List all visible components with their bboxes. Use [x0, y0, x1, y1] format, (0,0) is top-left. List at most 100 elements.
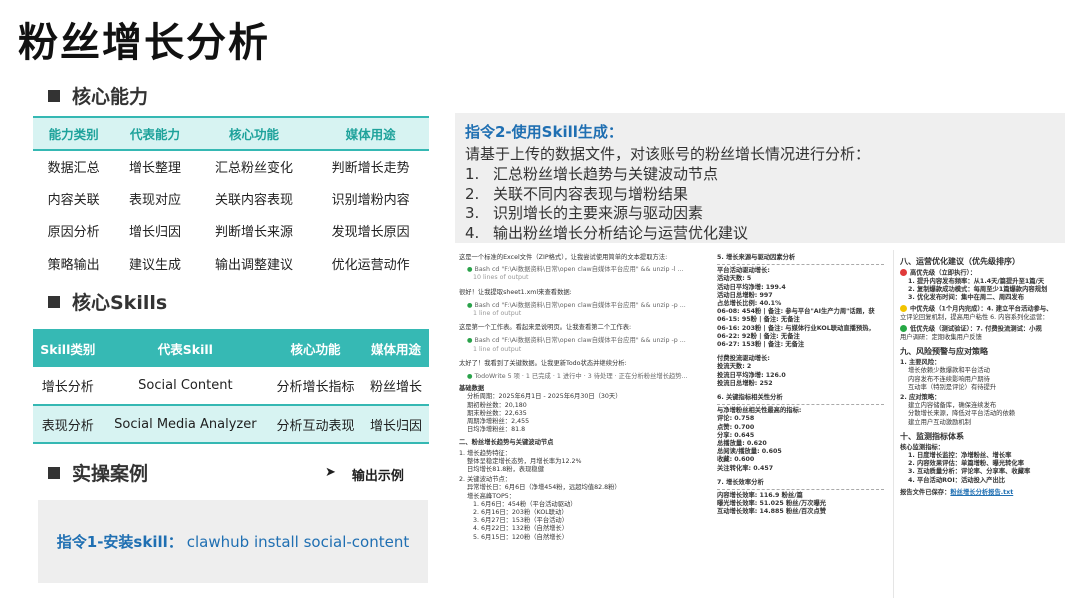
bash-output-summary: 10 lines of output — [473, 274, 529, 282]
list-item: 4. 输出粉丝增长分析结论与运营优化建议 — [465, 223, 749, 242]
analysis-screenshot: 5. 增长来源与驱动因素分析 平台活动驱动增长: 活动天数: 5 活动日平均净增… — [713, 250, 888, 598]
list-item: 点赞: 0.700 — [717, 423, 755, 431]
table-row: 数据汇总 增长整理 汇总粉丝变化 判断增长走势 — [33, 150, 429, 183]
list-item: 3. 优化发布时间：集中在周二、周四发布 — [908, 294, 1025, 302]
table-cell: 输出调整建议 — [215, 257, 294, 273]
section-heading: 6. 关键指标相关性分析 — [717, 394, 783, 402]
table-cell: 表现分析 — [41, 418, 94, 434]
skills-header-cell: Skill类别 — [40, 341, 96, 357]
divider — [717, 489, 884, 491]
section-heading: 十、监测指标体系 — [900, 431, 964, 441]
table-cell: 策略输出 — [47, 257, 100, 273]
list-item: 活动天数: 5 — [717, 275, 752, 283]
list-item: 分析周期：2025年6月1日 - 2025年6月30日（30天） — [467, 393, 622, 401]
table-cell: 发现增长原因 — [331, 225, 410, 241]
table-cell: 数据汇总 — [47, 160, 100, 176]
table-cell: 粉丝增长 — [369, 380, 422, 395]
list-item: 06-27: 153粉 | 备注: 无备注 — [717, 341, 805, 349]
status-dot-icon: ● — [467, 373, 475, 381]
sub-heading: 2. 应对策略： — [900, 393, 941, 401]
list-item: 2. 关联不同内容表现与增粉结果 — [465, 184, 689, 203]
output-example: ➤ 输出示例 — [325, 465, 404, 484]
list-item: 占总增长比例: 40.1% — [717, 300, 782, 308]
bash-output-summary: 1 line of output — [473, 345, 522, 353]
list-item: 3. 互动质量分析：评论率、分享率、收藏率 — [908, 468, 1031, 476]
list-item: 评论: 0.758 — [717, 415, 755, 423]
table-row: 增长分析 Social Content 分析增长指标 粉丝增长 — [33, 367, 429, 405]
terminal-screenshot: 这是一个标准的Excel文件（ZIP格式），让我尝试使用简单的文本提取方法: ●… — [455, 250, 708, 598]
list-item: 日均净增粉丝：81.8 — [467, 426, 526, 434]
list-item: 4. 6月22日：132粉（自然增长） — [473, 525, 569, 533]
list-item: 增长依赖少数爆款和平台活动 — [908, 367, 990, 375]
instruction-panel: 指令2-使用Skill生成： 请基于上传的数据文件，对该账号的粉丝增长情况进行分… — [455, 113, 1065, 243]
arrow-right-icon: ➤ — [325, 465, 336, 480]
section-core-ability: 核心能力 — [48, 82, 148, 109]
section-heading: 7. 增长效率分析 — [717, 478, 764, 486]
instruction-title: 指令2-使用Skill生成： — [465, 123, 623, 141]
page-title: 粉丝增长分析 — [18, 20, 270, 66]
instruction-intro: 请基于上传的数据文件，对该账号的粉丝增长情况进行分析： — [465, 145, 871, 163]
table-cell: 判断增长来源 — [215, 225, 294, 241]
green-circle-icon — [900, 325, 907, 333]
ability-table: 能力类别 代表能力 核心功能 媒体用途 数据汇总 增长整理 汇总粉丝变化 判断增… — [33, 116, 429, 280]
section-cases-label: 实操案例 — [72, 463, 149, 485]
yellow-circle-icon — [900, 305, 907, 313]
list-item: 分散增长来源，降低对平台活动的依赖 — [908, 410, 1016, 418]
section-core-ability-label: 核心能力 — [72, 86, 149, 108]
bullet-square — [48, 466, 60, 479]
table-cell: 建议生成 — [129, 257, 182, 273]
divider — [717, 264, 884, 266]
bullet-square — [48, 295, 60, 308]
list-item: 期末粉丝数：22,635 — [467, 409, 527, 417]
bash-output-summary: 1 line of output — [473, 310, 522, 318]
ability-table-header: 能力类别 代表能力 核心功能 媒体用途 — [33, 117, 429, 150]
list-item: 1. 日度增长监控：净增粉丝、增长率 — [908, 451, 1012, 459]
output-example-label: 输出示例 — [351, 469, 404, 484]
report-file-link[interactable]: 粉丝增长分析报告.txt — [950, 489, 1013, 496]
table-cell: 内容关联 — [47, 192, 100, 208]
list-item: 异常增长日：6月6日（净增454粉，远超均值82.8粉） — [467, 484, 621, 492]
table-cell: 分析互动表现 — [276, 418, 355, 434]
table-cell: 表现对应 — [129, 192, 182, 208]
list-item: 06-16: 203粉 | 备注: 与媒体行业KOL联动直播预热， — [717, 324, 875, 332]
bash-command: ● Bash cd "F:\Ai数据资料\日常\open claw自媒体平台应用… — [467, 301, 686, 309]
priority-mid: 中优先级（1个月内完成）：4. 建立平台活动参与、 — [900, 305, 1059, 314]
section-cases: 实操案例 — [48, 459, 148, 486]
status-dot-icon: ● — [467, 337, 475, 345]
instruction-list: 1. 汇总粉丝增长趋势与关键波动节点 2. 关联不同内容表现与增粉结果 3. 识别增长… — [465, 165, 1055, 243]
list-item: 活动日平均净增: 199.4 — [717, 283, 786, 291]
table-row: 表现分析 Social Media Analyzer 分析互动表现 增长归因 — [33, 405, 429, 443]
section-heading: 八、运营优化建议（优先级排序） — [900, 257, 1020, 266]
skills-header-cell: 代表Skill — [157, 341, 213, 357]
table-cell: 增长整理 — [129, 160, 182, 176]
table-cell: 增长归因 — [129, 225, 182, 241]
list-item: 06-22: 92粉 | 备注: 无备注 — [717, 332, 800, 340]
bash-command: ● Bash cd "F:\Ai数据资料\日常\open claw自媒体平台应用… — [467, 266, 684, 274]
todo-status: ● TodoWrite 5 项 · 1 已完成 · 1 进行中 · 3 待处理 … — [467, 373, 688, 381]
section-heading: 九、风险预警与应对策略 — [900, 347, 988, 357]
list-item: 1. 汇总粉丝增长趋势与关键波动节点 — [465, 165, 719, 183]
table-row: 策略输出 建议生成 输出调整建议 优化运营动作 — [33, 247, 429, 280]
skills-table-header: Skill类别 代表Skill 核心功能 媒体用途 — [33, 329, 429, 367]
list-item: 用户调研：定期收集用户反馈 — [900, 333, 982, 341]
skills-table: Skill类别 代表Skill 核心功能 媒体用途 增长分析 Social Co… — [33, 329, 429, 444]
list-item: 4. 平台活动ROI：活动投入产出比 — [908, 476, 1006, 484]
table-cell: 汇总粉丝变化 — [215, 160, 294, 176]
list-item: 立评论回复机制，提高用户粘性 6. 内容系列化运营： — [900, 314, 1049, 322]
list-item: 互动增长效率: 14.885 粉丝/百次点赞 — [717, 508, 827, 516]
list-item: 2. 复制爆款成功模式：每周至少1篇爆款内容规划 — [908, 285, 1048, 293]
section-heading: 5. 增长来源与驱动因素分析 — [717, 254, 796, 261]
divider — [717, 404, 884, 406]
terminal-line: 太好了！我看到了关键数据。让我更新Todo状态并继续分析: — [459, 359, 627, 367]
list-item: 收藏: 0.600 — [717, 456, 755, 464]
list-item: 整体呈稳定增长态势，月增长率为12.2% — [467, 457, 582, 465]
report-saved: 报告文件已保存：粉丝增长分析报告.txt — [900, 488, 1014, 496]
sub-heading: 1. 增长趋势特征： — [459, 449, 512, 457]
skills-header-cell: 媒体用途 — [370, 341, 421, 357]
red-circle-icon — [900, 269, 907, 276]
priority-high: 高优先级（立即执行）： — [900, 269, 1059, 278]
table-cell: 原因分析 — [47, 225, 100, 241]
table-row: 内容关联 表现对应 关联内容表现 识别增粉内容 — [33, 182, 429, 215]
list-item: 5. 6月15日：120粉（自然增长） — [473, 533, 569, 541]
list-item: 活动日总增粉: 997 — [717, 291, 773, 299]
